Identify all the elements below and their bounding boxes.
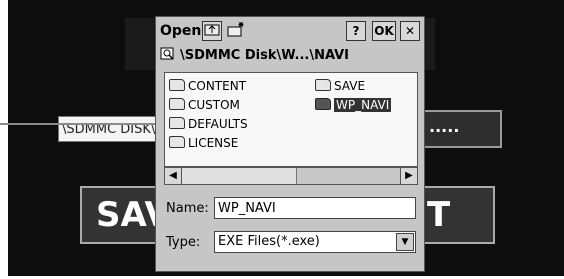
scroll-right-icon[interactable]: ▶	[400, 168, 417, 184]
open-file-dialog: Open ? OK ✕ \SDMMC Disk\W...\NAVI CONTEN…	[155, 16, 425, 272]
folder-search-icon	[160, 47, 176, 61]
list-item[interactable]: SAVE	[315, 79, 365, 95]
scroll-left-icon[interactable]: ◀	[165, 168, 182, 184]
type-select-value: EXE Files(*.exe)	[218, 234, 320, 249]
dialog-title-bar: Open ? OK ✕	[156, 17, 424, 45]
list-item[interactable]: CONTENT	[169, 79, 246, 95]
folder-icon	[169, 136, 185, 148]
folder-icon	[169, 117, 185, 129]
horizontal-scrollbar[interactable]: ◀ ▶	[164, 167, 418, 185]
name-label: Name:	[166, 201, 209, 216]
type-label: Type:	[166, 235, 201, 250]
current-path: \SDMMC Disk\W...\NAVI	[160, 47, 422, 67]
list-item[interactable]: LICENSE	[169, 136, 238, 152]
folder-icon	[315, 79, 331, 91]
scroll-thumb[interactable]	[182, 168, 297, 184]
chevron-down-icon[interactable]: ▼	[396, 233, 414, 251]
list-item-selected[interactable]: WP_NAVI	[315, 98, 392, 114]
file-list[interactable]: CONTENT CUSTOM DEFAULTS LICENSE SAVE WP_…	[164, 72, 418, 167]
folder-icon	[169, 98, 185, 110]
type-select[interactable]: EXE Files(*.exe) ▼	[214, 231, 416, 253]
new-folder-icon[interactable]	[226, 21, 246, 41]
close-button[interactable]: ✕	[400, 21, 420, 41]
help-button[interactable]: ?	[346, 21, 366, 41]
ok-button[interactable]: OK	[372, 21, 396, 41]
current-path-text: \SDMMC Disk\W...\NAVI	[180, 48, 350, 63]
folder-icon	[169, 79, 185, 91]
device-screen: \SDMMC DISK\ ..... SAV T Open ? OK ✕ \SD…	[0, 0, 564, 279]
file-icon	[315, 98, 331, 110]
list-item[interactable]: CUSTOM	[169, 98, 240, 114]
dialog-title: Open	[160, 23, 202, 39]
name-field[interactable]	[214, 197, 416, 219]
list-item[interactable]: DEFAULTS	[169, 117, 248, 133]
up-folder-icon[interactable]	[202, 21, 222, 41]
